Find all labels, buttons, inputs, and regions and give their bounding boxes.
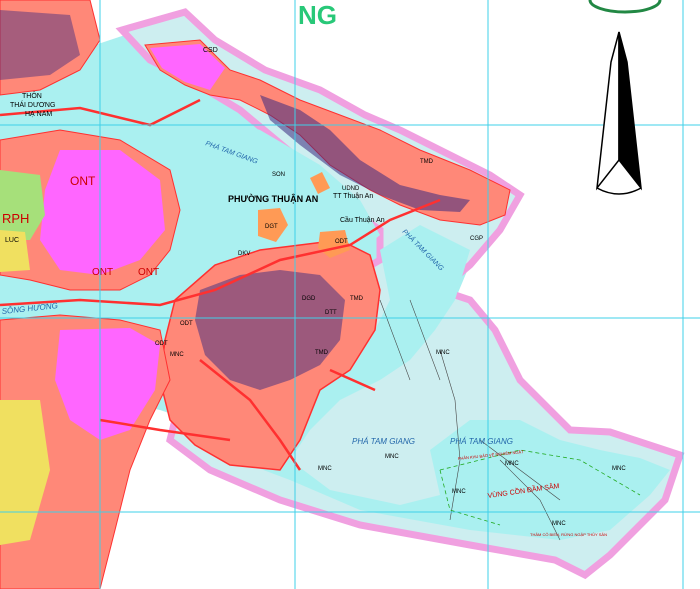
tam-giang-label-3: PHÁ TAM GIANG bbox=[352, 437, 415, 446]
tmd-label-3: TMD bbox=[420, 159, 434, 165]
son-label: SON bbox=[272, 172, 285, 178]
mnc-label-6: MNC bbox=[612, 466, 626, 472]
odt-label-1: ODT bbox=[155, 341, 168, 347]
thon-label-1: THÔN bbox=[22, 91, 42, 100]
rph-label: RPH bbox=[2, 211, 29, 226]
udnd-label: UDND bbox=[342, 186, 360, 192]
top-partial-label: NG bbox=[298, 0, 337, 30]
mnc-label-2: MNC bbox=[318, 466, 332, 472]
odt-label-3: ODT bbox=[335, 239, 348, 245]
mnc-label-4: MNC bbox=[505, 461, 519, 467]
land-use-map[interactable]: NG PHƯỜNG THUẬN AN SON TT Thuận An UDND … bbox=[0, 0, 700, 589]
ont-label-1: ONT bbox=[70, 174, 96, 188]
dgd-label: DGD bbox=[302, 296, 316, 302]
tam-giang-label-4: PHÁ TAM GIANG bbox=[450, 437, 513, 446]
thon-label-3: HẠ NAM bbox=[25, 111, 52, 118]
thon-label-2: THÁI DƯƠNG bbox=[10, 100, 55, 109]
mnc-label-5: MNC bbox=[452, 489, 466, 495]
mnc-label-7: MNC bbox=[552, 521, 566, 527]
ont-label-2: ONT bbox=[92, 267, 113, 278]
thuy-san-label: THẢM CỎ BIỂN, RỪNG NGẬP THỦY SẢN bbox=[530, 532, 607, 537]
cau-thuan-an-label: Cầu Thuận An bbox=[340, 215, 385, 224]
cgp-label: CGP bbox=[470, 236, 483, 242]
dkv-label: DKV bbox=[238, 251, 250, 257]
mnc-label-8: MNC bbox=[436, 350, 450, 356]
tmd-label-1: TMD bbox=[315, 350, 329, 356]
tmd-label-2: TMD bbox=[350, 296, 364, 302]
luc-label: LUC bbox=[5, 237, 19, 244]
dtt-label: DTT bbox=[325, 310, 337, 316]
csd-label: CSD bbox=[203, 47, 218, 54]
mnc-label-1: MNC bbox=[170, 352, 184, 358]
tt-thuan-an-label: TT Thuận An bbox=[333, 193, 373, 200]
mnc-label-3: MNC bbox=[385, 454, 399, 460]
odt-label-2: ODT bbox=[180, 321, 193, 327]
ont-label-3: ONT bbox=[138, 267, 159, 278]
ward-name-label: PHƯỜNG THUẬN AN bbox=[228, 193, 318, 204]
dgt-label: DGT bbox=[265, 224, 278, 230]
